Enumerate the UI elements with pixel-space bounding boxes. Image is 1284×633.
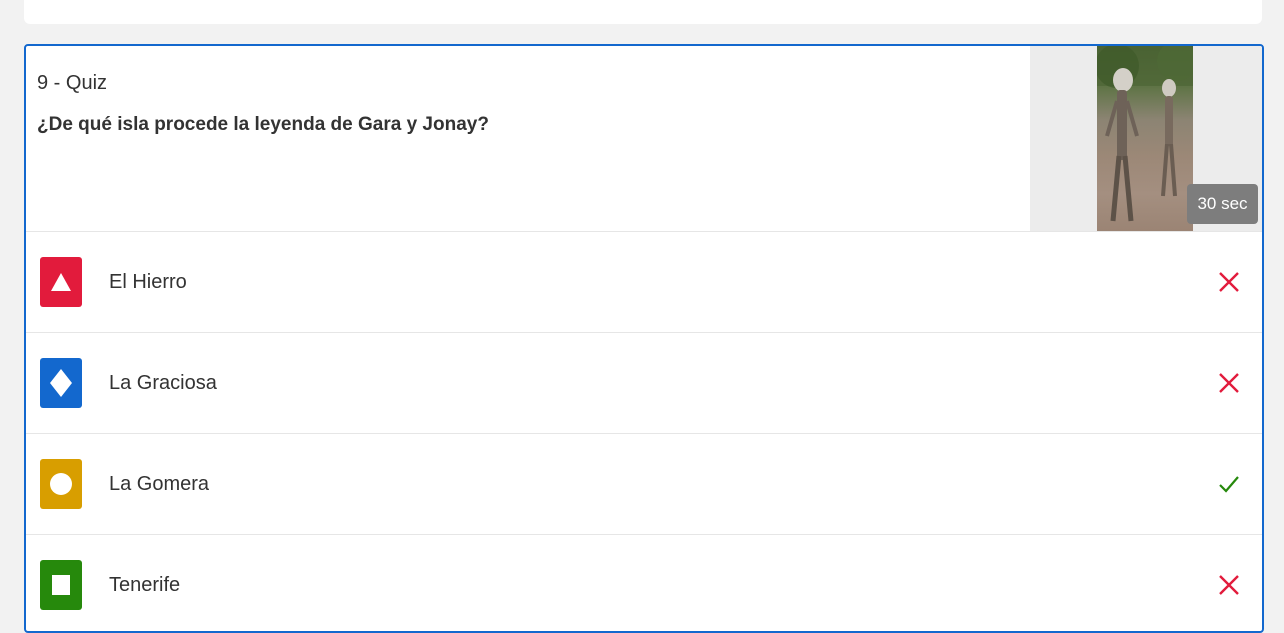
incorrect-x-icon bbox=[1216, 269, 1242, 295]
previous-question-card bbox=[24, 0, 1262, 24]
incorrect-x-icon bbox=[1216, 572, 1242, 598]
answer-option-2: La Graciosa bbox=[26, 333, 1262, 434]
time-limit-badge: 30 sec bbox=[1187, 184, 1258, 224]
answer-label: La Gomera bbox=[109, 472, 210, 495]
question-image bbox=[1097, 46, 1193, 231]
question-text: ¿De qué isla procede la leyenda de Gara … bbox=[37, 114, 489, 135]
answer-option-1: El Hierro bbox=[26, 232, 1262, 333]
answer-label: Tenerife bbox=[109, 573, 181, 596]
question-media: 30 sec bbox=[1030, 46, 1262, 231]
answer-option-4: Tenerife bbox=[26, 535, 1262, 631]
quiz-question-card: 9 - Quiz ¿De qué isla procede la leyenda… bbox=[24, 44, 1264, 633]
incorrect-x-icon bbox=[1216, 370, 1242, 396]
diamond-icon bbox=[40, 358, 82, 408]
question-number: 9 - Quiz bbox=[37, 72, 108, 94]
question-header: 9 - Quiz ¿De qué isla procede la leyenda… bbox=[26, 46, 1262, 232]
answer-label: La Graciosa bbox=[109, 371, 217, 394]
square-icon bbox=[40, 560, 82, 610]
circle-icon bbox=[40, 459, 82, 509]
triangle-icon bbox=[40, 257, 82, 307]
answer-list: El Hierro La Graciosa La Gomera Tenerife bbox=[26, 232, 1262, 631]
answer-option-3: La Gomera bbox=[26, 434, 1262, 535]
answer-label: El Hierro bbox=[109, 270, 187, 293]
correct-check-icon bbox=[1216, 471, 1242, 497]
